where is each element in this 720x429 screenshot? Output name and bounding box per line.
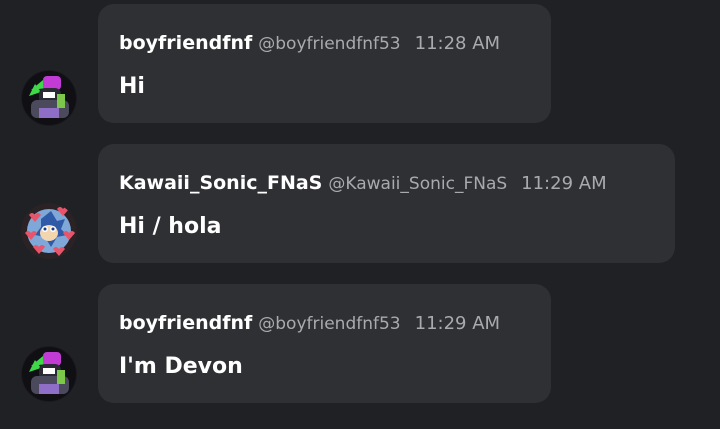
message-meta: boyfriendfnf @boyfriendfnf53 11:28 AM: [119, 31, 500, 56]
message-bubble: Kawaii_Sonic_FNaS @Kawaii_Sonic_FNaS 11:29…: [98, 144, 675, 263]
timestamp: 11:29 AM: [414, 313, 501, 334]
username[interactable]: boyfriendfnf: [119, 32, 252, 54]
message-text: Hi / hola: [119, 214, 222, 239]
boyfriend-avatar-icon[interactable]: [21, 70, 77, 126]
username[interactable]: Kawaii_Sonic_FNaS: [119, 172, 322, 194]
chat-feed: boyfriendfnf @boyfriendfnf53 11:28 AM Hi: [0, 0, 720, 429]
message-text: Hi: [119, 74, 145, 99]
user-handle[interactable]: @boyfriendfnf53: [258, 314, 400, 334]
message-meta: Kawaii_Sonic_FNaS @Kawaii_Sonic_FNaS 11:29…: [119, 171, 607, 196]
user-handle[interactable]: @Kawaii_Sonic_FNaS: [328, 174, 507, 194]
username[interactable]: boyfriendfnf: [119, 312, 252, 334]
message-bubble: boyfriendfnf @boyfriendfnf53 11:29 AM I'm …: [98, 284, 551, 403]
boyfriend-avatar-icon[interactable]: [21, 346, 77, 402]
user-handle[interactable]: @boyfriendfnf53: [258, 34, 400, 54]
message-text: I'm Devon: [119, 354, 243, 379]
sonic-hearts-avatar-icon[interactable]: [21, 203, 77, 259]
timestamp: 11:28 AM: [414, 33, 501, 54]
message-meta: boyfriendfnf @boyfriendfnf53 11:29 AM: [119, 311, 500, 336]
message-bubble: boyfriendfnf @boyfriendfnf53 11:28 AM Hi: [98, 4, 551, 123]
timestamp: 11:29 AM: [521, 173, 607, 194]
